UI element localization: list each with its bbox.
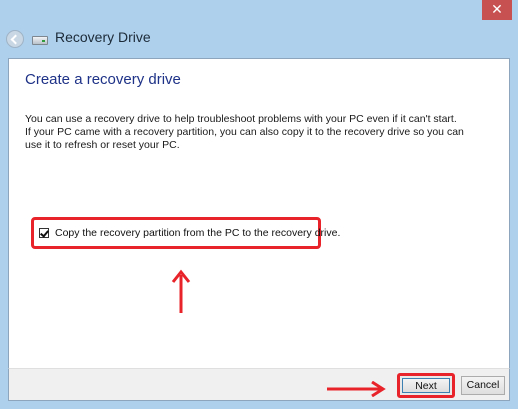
window-title: Recovery Drive bbox=[55, 29, 151, 45]
drive-icon bbox=[32, 36, 48, 45]
page-description: You can use a recovery drive to help tro… bbox=[25, 113, 464, 151]
footer-bar: Next Cancel bbox=[8, 368, 510, 401]
content-panel: Create a recovery drive You can use a re… bbox=[8, 58, 510, 368]
back-arrow-icon[interactable] bbox=[6, 30, 24, 48]
annotation-arrow-up bbox=[171, 269, 191, 313]
next-button[interactable]: Next bbox=[402, 378, 450, 393]
recovery-drive-window: ✕ Recovery Drive Create a recovery drive… bbox=[0, 0, 518, 409]
next-button-highlight: Next bbox=[397, 373, 455, 398]
copy-partition-option[interactable]: Copy the recovery partition from the PC … bbox=[31, 217, 340, 249]
cancel-button[interactable]: Cancel bbox=[461, 376, 505, 395]
close-icon: ✕ bbox=[491, 2, 503, 18]
annotation-arrow-right bbox=[327, 381, 386, 397]
copy-partition-label: Copy the recovery partition from the PC … bbox=[55, 227, 341, 239]
copy-partition-checkbox[interactable] bbox=[39, 228, 49, 238]
page-heading: Create a recovery drive bbox=[25, 71, 181, 88]
close-button[interactable]: ✕ bbox=[482, 0, 512, 20]
title-bar: Recovery Drive bbox=[0, 22, 518, 58]
